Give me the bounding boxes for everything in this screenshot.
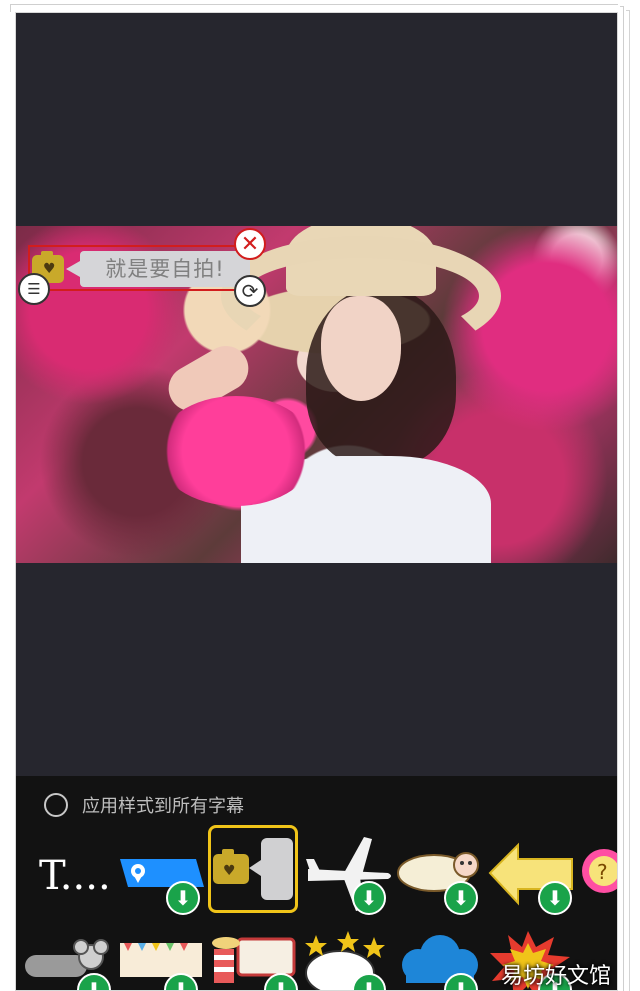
question-badge-icon: ? xyxy=(582,849,617,893)
apply-all-label: 应用样式到所有字幕 xyxy=(82,796,244,817)
subtitle-bubble[interactable]: 就是要自拍! xyxy=(66,251,250,287)
subtitle-sticker[interactable]: ♥ 就是要自拍! xyxy=(28,245,250,291)
svg-text:♥: ♥ xyxy=(223,863,236,879)
style-text-label: T.... xyxy=(39,853,111,899)
photo-face xyxy=(321,296,401,401)
style-airplane[interactable]: ⬇ xyxy=(304,831,394,921)
rotate-icon[interactable]: ⟳ xyxy=(234,275,266,307)
style-sheep-cloud[interactable]: ⬇ xyxy=(396,831,486,921)
apply-all-radio[interactable] xyxy=(44,793,68,817)
style-mouse-tag[interactable]: ⬇ xyxy=(21,931,111,990)
style-circus-board[interactable]: ⬇ xyxy=(208,931,298,990)
close-icon[interactable]: ✕ xyxy=(234,228,266,260)
style-question-badge[interactable]: ? xyxy=(580,831,617,921)
style-panel: 应用样式到所有字幕 T.... ⬇ ♥ ⬇ ⬇ ⬇ ? ⬇ ⬇ ⬇ ⬇ ⬇ ⬇ … xyxy=(16,776,617,990)
svg-text:?: ? xyxy=(597,860,608,884)
menu-icon[interactable]: ☰ xyxy=(18,273,50,305)
download-icon[interactable]: ⬇ xyxy=(538,881,572,915)
editor-screen: ♥ 就是要自拍! ✕ ⟳ ☰ 应用样式到所有字幕 T.... ⬇ ♥ ⬇ ⬇ ⬇… xyxy=(15,12,618,991)
style-yellow-arrow[interactable]: ⬇ xyxy=(488,831,578,921)
style-location-tag[interactable]: ⬇ xyxy=(116,831,206,921)
apply-all-option[interactable]: 应用样式到所有字幕 xyxy=(44,790,244,820)
photo-bouquet xyxy=(156,396,316,506)
page-edge xyxy=(10,4,618,12)
style-text[interactable]: T.... xyxy=(21,831,111,921)
download-icon[interactable]: ⬇ xyxy=(444,881,478,915)
page-edge xyxy=(620,6,624,991)
style-camera-bubble[interactable]: ♥ xyxy=(208,825,298,913)
subtitle-text: 就是要自拍! xyxy=(105,257,225,281)
style-bunting-banner[interactable]: ⬇ xyxy=(116,931,206,990)
style-star-bubble[interactable]: ⬇ xyxy=(304,931,394,990)
style-blue-cloud[interactable]: ⬇ xyxy=(396,931,486,990)
heart-icon: ♥ xyxy=(43,261,56,277)
page-edge xyxy=(626,10,630,991)
camera-bubble-icon: ♥ xyxy=(213,838,293,900)
download-icon[interactable]: ⬇ xyxy=(166,881,200,915)
watermark: 易坊好文馆 xyxy=(500,964,611,989)
download-icon[interactable]: ⬇ xyxy=(352,881,386,915)
